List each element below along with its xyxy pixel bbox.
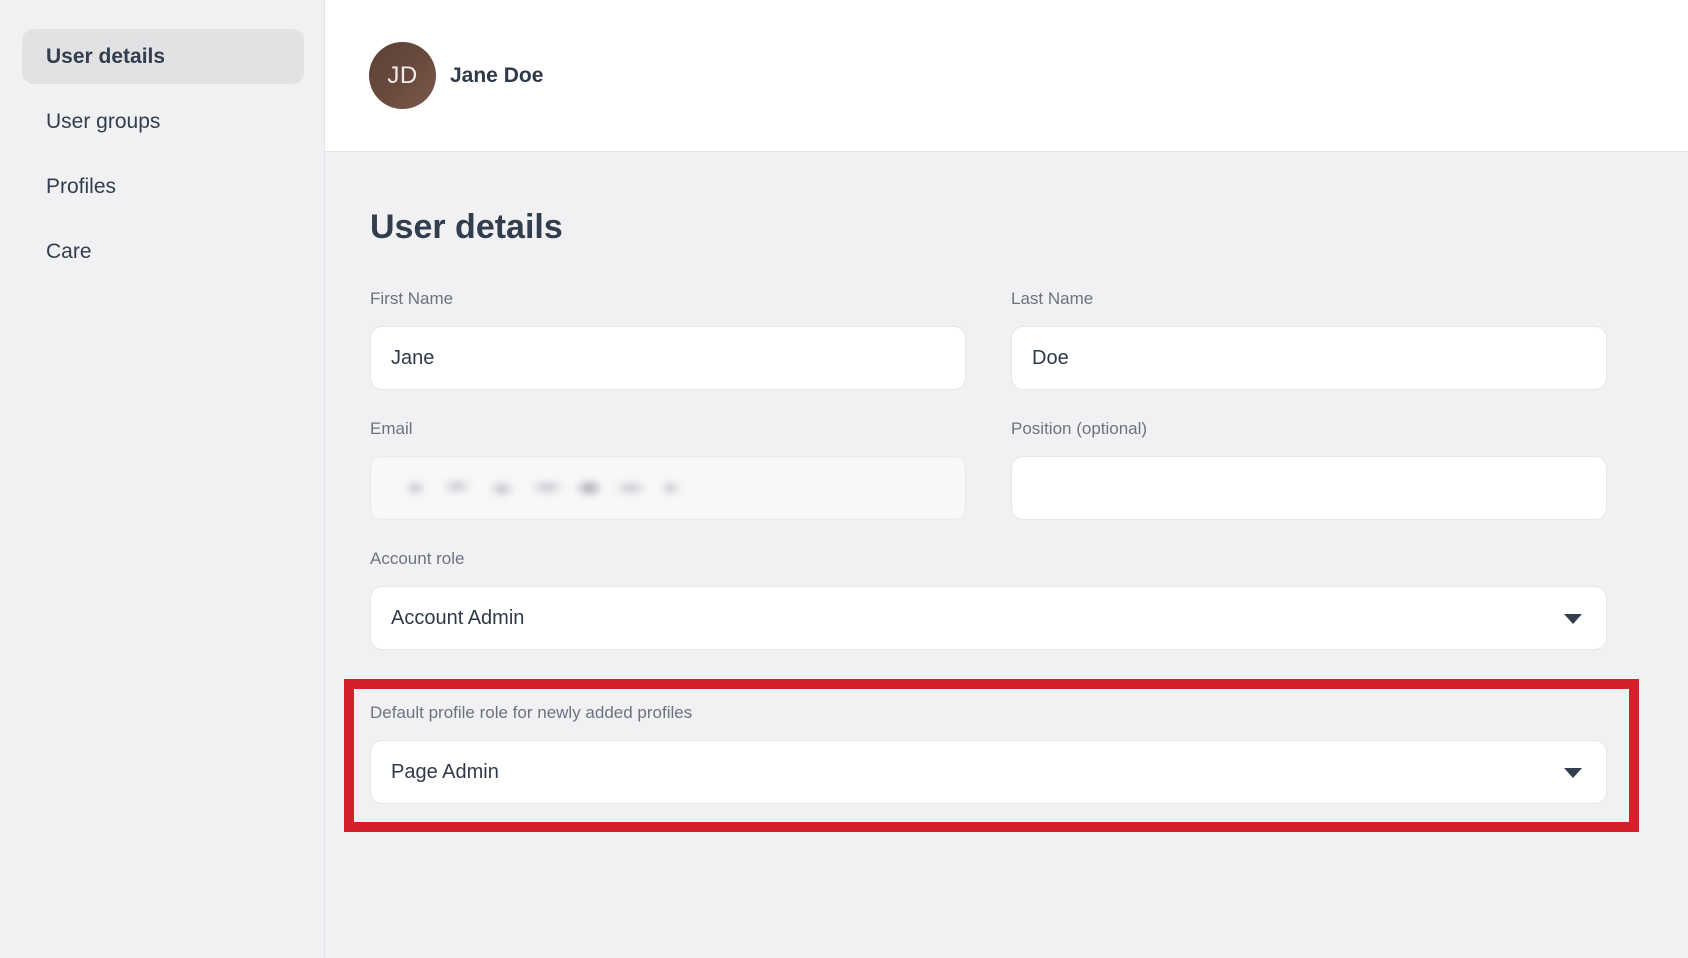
last-name-input[interactable] [1011, 326, 1607, 390]
first-name-label: First Name [370, 289, 966, 309]
last-name-label: Last Name [1011, 289, 1607, 309]
caret-down-icon [1564, 768, 1582, 778]
default-profile-role-label: Default profile role for newly added pro… [370, 703, 1607, 723]
highlight-red-box: Default profile role for newly added pro… [344, 679, 1639, 832]
avatar-initials: JD [387, 62, 417, 90]
first-name-group: First Name [370, 289, 966, 390]
email-redacted-blur [391, 480, 691, 496]
email-label: Email [370, 419, 966, 439]
avatar: JD [369, 42, 436, 109]
position-input[interactable] [1011, 456, 1607, 520]
position-group: Position (optional) [1011, 419, 1607, 520]
caret-down-icon [1564, 614, 1582, 624]
sidebar-item-care[interactable]: Care [22, 224, 304, 279]
user-header: JD Jane Doe [325, 0, 1688, 152]
page-title: User details [370, 208, 1607, 247]
content-area: User details First Name Last Name Em [325, 152, 1688, 958]
account-role-group: Account role Account Admin [370, 549, 1607, 650]
last-name-group: Last Name [1011, 289, 1607, 390]
sidebar-item-label: User details [46, 45, 165, 69]
position-label: Position (optional) [1011, 419, 1607, 439]
default-profile-role-group: Default profile role for newly added pro… [370, 703, 1607, 804]
sidebar-item-label: Care [46, 240, 92, 264]
account-role-value: Account Admin [391, 607, 524, 630]
account-role-select[interactable]: Account Admin [370, 586, 1607, 650]
account-role-label: Account role [370, 549, 1607, 569]
main-panel: JD Jane Doe User details First Name Last… [325, 0, 1688, 958]
email-group: Email [370, 419, 966, 520]
sidebar-item-label: User groups [46, 110, 160, 134]
first-name-input[interactable] [370, 326, 966, 390]
default-profile-role-value: Page Admin [391, 761, 499, 784]
email-input-disabled [370, 456, 966, 520]
default-profile-role-select[interactable]: Page Admin [370, 740, 1607, 804]
sidebar-item-label: Profiles [46, 175, 116, 199]
sidebar-item-user-details[interactable]: User details [22, 29, 304, 84]
app-window: User details User groups Profiles Care J… [0, 0, 1688, 958]
sidebar-item-profiles[interactable]: Profiles [22, 159, 304, 214]
user-name: Jane Doe [450, 64, 543, 88]
settings-sidebar: User details User groups Profiles Care [0, 0, 325, 958]
sidebar-item-user-groups[interactable]: User groups [22, 94, 304, 149]
